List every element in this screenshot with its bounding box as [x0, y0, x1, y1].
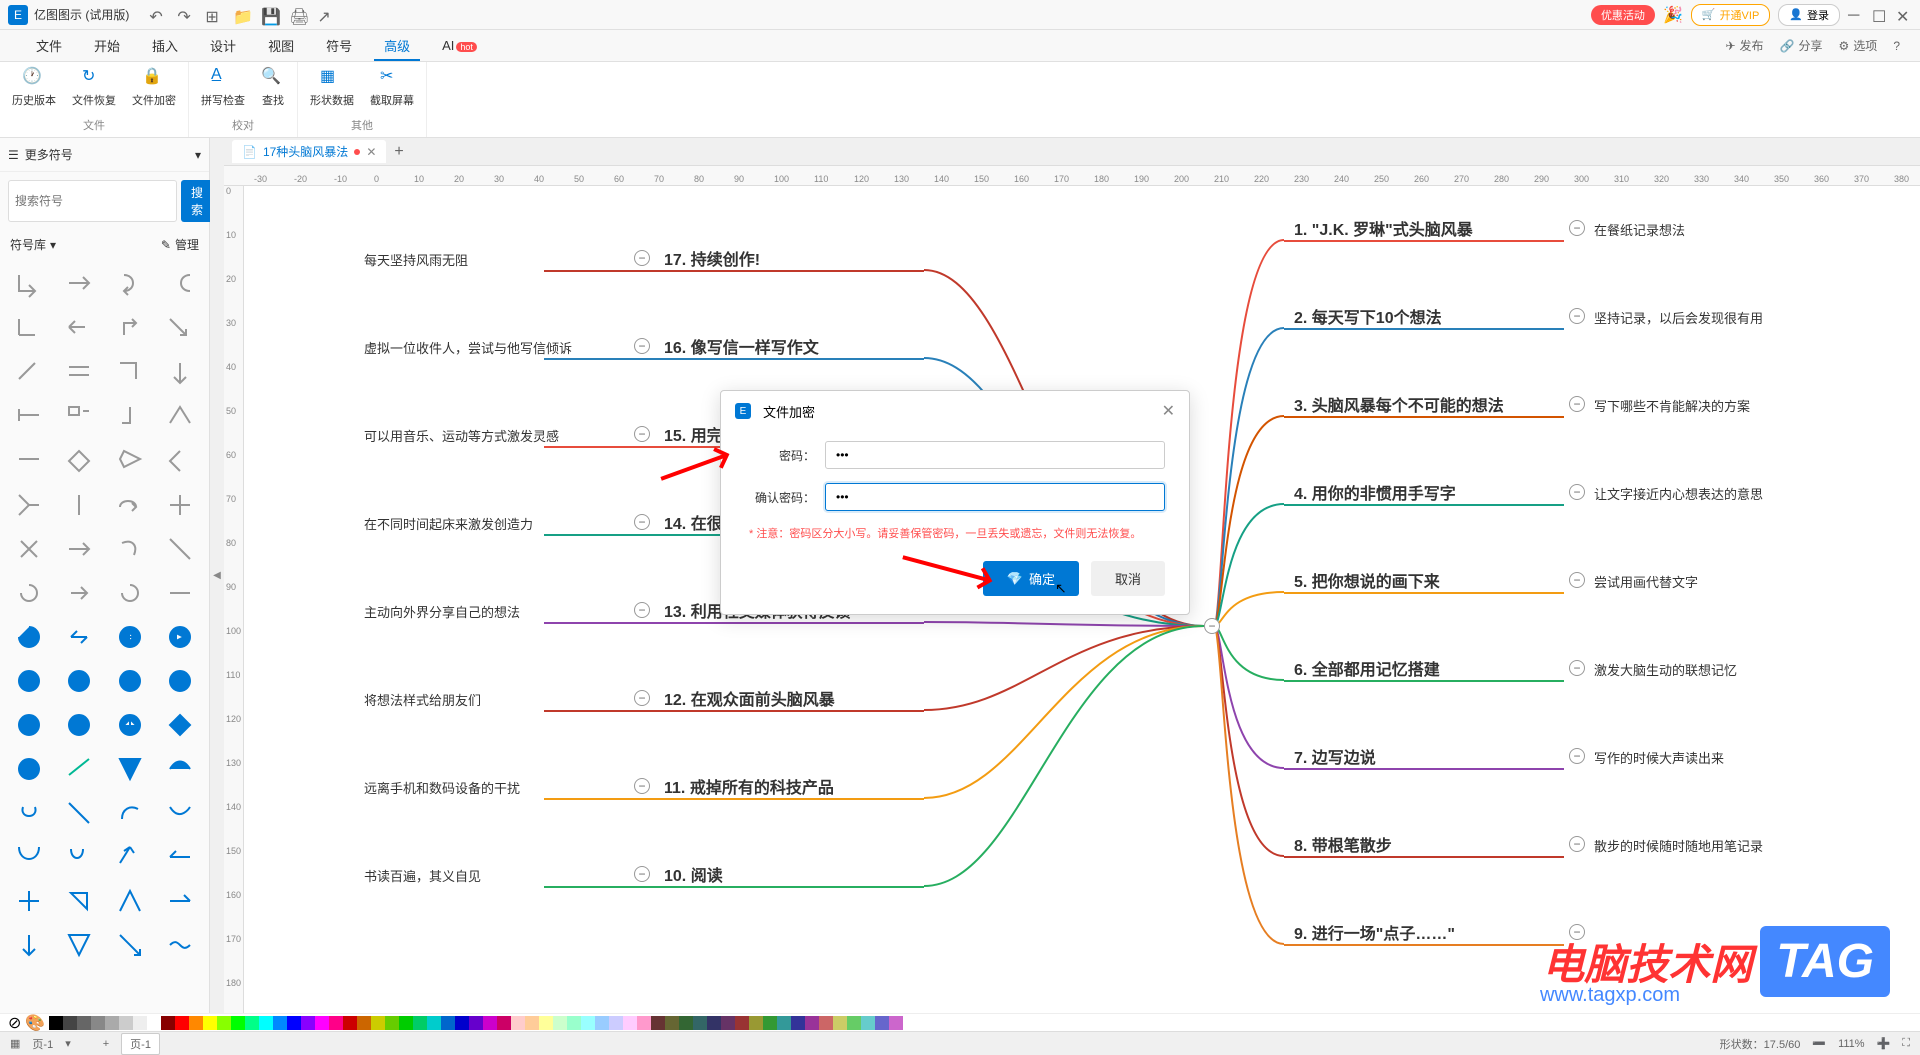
cursor-icon: ↖ — [1055, 580, 1067, 597]
page-nav-icon[interactable]: ▦ — [10, 1037, 20, 1050]
fit-icon[interactable]: ⛶ — [1902, 1037, 1910, 1050]
shapes-count: 形状数：17.5/60 — [1720, 1036, 1801, 1052]
password-label: 密码： — [745, 447, 825, 464]
zoom-in-icon[interactable]: ➕ — [1877, 1037, 1891, 1050]
confirm-label: 确认密码： — [745, 489, 825, 506]
dialog-title: 文件加密 — [763, 402, 815, 421]
dialog-note: * 注意：密码区分大小写。请妥善保管密码，一旦丢失或遗忘，文件则无法恢复。 — [745, 525, 1165, 541]
confirm-password-input[interactable] — [825, 483, 1165, 511]
page-label: 页-1 — [32, 1036, 53, 1052]
zoom-out-icon[interactable]: ➖ — [1812, 1037, 1826, 1050]
dialog-close-icon[interactable]: ✕ — [1162, 401, 1175, 421]
dialog-overlay: E 文件加密 ✕ 密码： 确认密码： * 注意：密码区分大小写。请妥善保管密码，… — [0, 0, 1920, 1037]
dialog-logo-icon: E — [735, 403, 751, 419]
password-input[interactable] — [825, 441, 1165, 469]
cancel-button[interactable]: 取消 — [1091, 561, 1165, 596]
zoom-level: 111% — [1838, 1038, 1865, 1050]
add-page-icon[interactable]: + — [103, 1038, 109, 1050]
page-dropdown-icon[interactable]: ▾ — [65, 1037, 71, 1050]
